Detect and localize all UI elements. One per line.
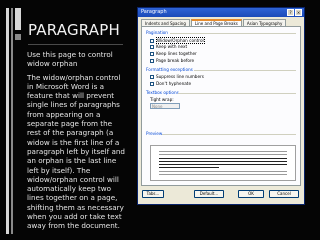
suppress-line-numbers-checkbox[interactable]: Suppress line numbers <box>150 74 204 79</box>
widow-orphan-checkbox[interactable]: Widow/Orphan control <box>150 37 205 44</box>
slide-title: PARAGRAPH <box>28 21 120 39</box>
slide-body: Use this page to control widow orphan Th… <box>27 50 127 235</box>
preview-section-label: Preview <box>146 131 163 136</box>
tight-wrap-select[interactable]: None <box>150 103 180 109</box>
keep-lines-together-checkbox[interactable]: Keep lines together <box>150 51 197 56</box>
preview-line <box>159 158 287 159</box>
default-button[interactable]: Default... <box>194 190 224 198</box>
checkbox-box[interactable] <box>150 38 154 43</box>
preview-line <box>159 174 287 175</box>
preview-line <box>159 164 287 165</box>
section-divider <box>194 70 296 71</box>
checkbox-box[interactable] <box>150 81 154 86</box>
body-paragraph: Use this page to control widow orphan <box>27 50 113 69</box>
ok-button[interactable]: OK <box>238 190 264 198</box>
textbox-section-label: Textbox options <box>146 90 179 95</box>
pagination-section-label: Pagination <box>146 30 168 35</box>
decorative-bar <box>11 8 13 234</box>
help-button[interactable]: ? <box>287 9 294 16</box>
section-divider <box>162 134 296 135</box>
checkbox-box[interactable] <box>150 44 154 49</box>
preview-line <box>159 171 287 172</box>
paragraph-dialog: Paragraph ? × Indents and Spacing Line a… <box>137 7 305 205</box>
title-underline <box>28 44 123 45</box>
preview-line <box>159 161 287 162</box>
formatting-section-label: Formatting exceptions <box>146 67 193 72</box>
tab-indents-and-spacing[interactable]: Indents and Spacing <box>141 19 190 26</box>
decorative-bar <box>6 8 9 234</box>
page-break-before-checkbox[interactable]: Page break before <box>150 58 194 63</box>
tab-panel: Pagination Widow/Orphan control Keep wit… <box>141 26 301 186</box>
decorative-bar <box>15 34 21 40</box>
dialog-title: Paragraph <box>141 9 167 15</box>
decorative-bar <box>15 8 21 30</box>
checkbox-box[interactable] <box>150 51 154 56</box>
slide: PARAGRAPH Use this page to control widow… <box>0 0 320 240</box>
preview-line <box>159 151 287 152</box>
dialog-titlebar: Paragraph ? × <box>138 8 304 17</box>
keep-with-next-checkbox[interactable]: Keep with next <box>150 44 187 49</box>
preview-line <box>159 154 287 155</box>
section-divider <box>170 33 296 34</box>
cancel-button[interactable]: Cancel <box>269 190 299 198</box>
tab-asian-typography[interactable]: Asian Typography <box>242 19 287 26</box>
checkbox-label: Widow/Orphan control <box>156 37 205 44</box>
body-paragraph: The widow/orphan control in Microsoft Wo… <box>27 72 125 231</box>
checkbox-box[interactable] <box>150 58 154 63</box>
checkbox-label: Don't hyphenate <box>156 81 192 86</box>
checkbox-box[interactable] <box>150 74 154 79</box>
checkbox-label: Keep lines together <box>156 51 197 56</box>
section-divider <box>178 93 296 94</box>
checkbox-label: Keep with next <box>156 44 188 49</box>
tab-line-and-page-breaks[interactable]: Line and Page Breaks <box>190 19 242 26</box>
checkbox-label: Page break before <box>156 58 195 63</box>
tabs-button[interactable]: Tabs... <box>142 190 164 198</box>
tight-wrap-value: None <box>152 104 163 109</box>
close-button[interactable]: × <box>295 9 302 16</box>
preview-box <box>150 145 296 181</box>
tab-strip: Indents and Spacing Line and Page Breaks… <box>141 19 287 26</box>
preview-line <box>159 167 219 168</box>
checkbox-label: Suppress line numbers <box>156 74 204 79</box>
dont-hyphenate-checkbox[interactable]: Don't hyphenate <box>150 81 191 86</box>
tight-wrap-label: Tight wrap: <box>150 97 174 102</box>
